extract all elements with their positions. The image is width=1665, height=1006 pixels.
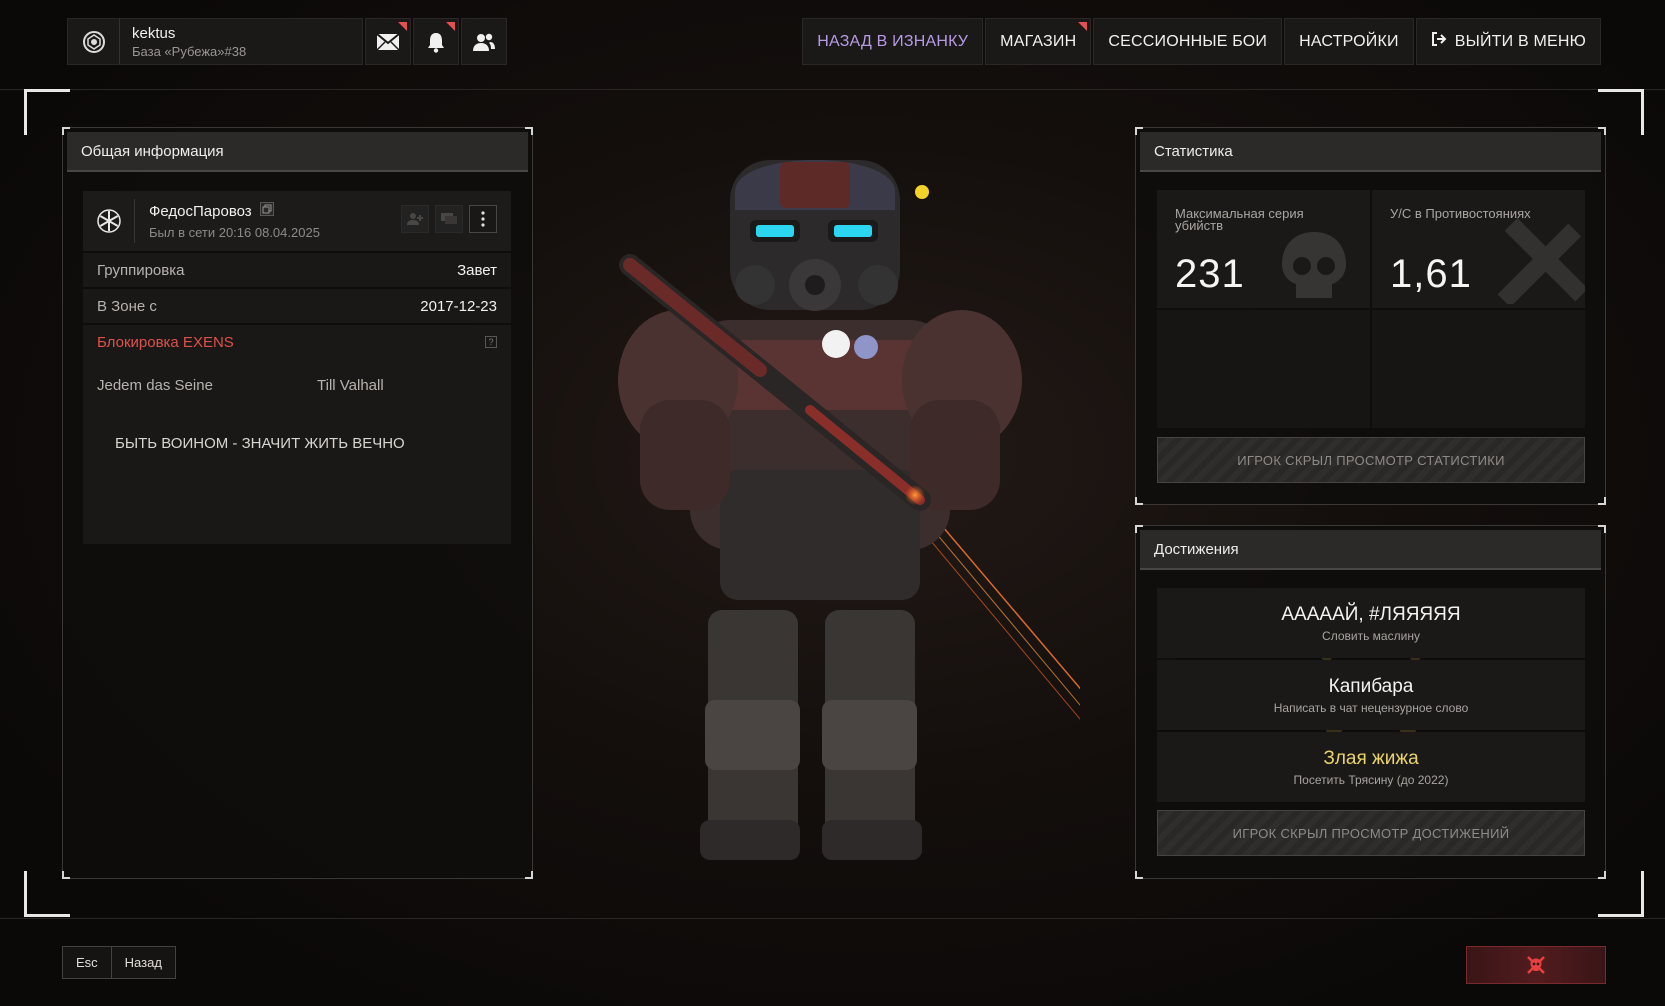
nav-session-battles[interactable]: СЕССИОННЫЕ БОИ bbox=[1093, 18, 1283, 65]
back-control[interactable]: Esc Назад bbox=[62, 946, 176, 979]
achievement-title: Капибара bbox=[1328, 675, 1414, 697]
general-info-title: Общая информация bbox=[67, 132, 528, 172]
more-options-button[interactable] bbox=[469, 205, 497, 233]
exit-icon bbox=[1431, 31, 1447, 52]
esc-key[interactable]: Esc bbox=[62, 946, 112, 979]
character-model bbox=[618, 160, 1080, 860]
bell-icon bbox=[428, 32, 444, 53]
bottom-divider bbox=[0, 918, 1665, 919]
kill-streak-label: Максимальная серия убийств bbox=[1175, 206, 1304, 233]
zone-since-value: 2017-12-23 bbox=[420, 297, 497, 315]
stat-cell-empty bbox=[1157, 310, 1370, 428]
nav-shop-label: МАГАЗИН bbox=[1000, 32, 1077, 50]
general-info-panel: Общая информация ФедосПаровоз Был в сети… bbox=[62, 127, 533, 879]
main-nav: НАЗАД В ИЗНАНКУ МАГАЗИН СЕССИОННЫЕ БОИ Н… bbox=[802, 18, 1601, 65]
faction-emblem-icon bbox=[68, 19, 120, 64]
mail-button[interactable] bbox=[365, 18, 411, 65]
report-button[interactable] bbox=[1466, 946, 1606, 984]
nav-settings[interactable]: НАСТРОЙКИ bbox=[1284, 18, 1414, 65]
copy-icon[interactable] bbox=[259, 202, 274, 220]
zone-since-row: В Зоне с 2017-12-23 bbox=[83, 289, 511, 323]
kebab-menu-icon bbox=[481, 211, 485, 227]
achievement-title: Злая жижа bbox=[1323, 747, 1419, 769]
achievements-hidden-notice: ИГРОК СКРЫЛ ПРОСМОТР ДОСТИЖЕНИЙ bbox=[1157, 810, 1585, 856]
kd-label: У/С в Противостояниях bbox=[1390, 206, 1531, 221]
player-name: ФедосПаровоз bbox=[149, 202, 252, 220]
help-icon[interactable]: ? bbox=[485, 336, 497, 348]
achievements-title: Достижения bbox=[1140, 530, 1601, 570]
stats-panel: Статистика Максимальная серия убийств 23… bbox=[1135, 127, 1606, 505]
achievements-panel: Достижения ААААAЙ, #ЛЯЯЯЯЯ Словить масли… bbox=[1135, 525, 1606, 879]
exens-block-label: Блокировка EXENS bbox=[97, 333, 234, 351]
nav-exit-label: ВЫЙТИ В МЕНЮ bbox=[1454, 32, 1586, 50]
username: kektus bbox=[132, 24, 176, 42]
motto-right: Till Valhall bbox=[317, 377, 384, 394]
zone-since-label: В Зоне с bbox=[97, 297, 157, 315]
friends-button[interactable] bbox=[461, 18, 507, 65]
kill-streak-value: 231 bbox=[1175, 252, 1245, 296]
kd-stat: У/С в Противостояниях 1,61 bbox=[1372, 190, 1585, 308]
achievement-desc: Написать в чат нецензурное слово bbox=[1273, 700, 1469, 715]
faction-label: Группировка bbox=[97, 261, 185, 279]
faction-value: Завет bbox=[457, 261, 497, 279]
mail-icon bbox=[376, 32, 400, 51]
last-seen: Был в сети 20:16 08.04.2025 bbox=[149, 225, 320, 240]
base-label: База «Рубежа»#38 bbox=[132, 43, 247, 59]
nav-shop[interactable]: МАГАЗИН bbox=[985, 18, 1092, 65]
nav-back-to-underside[interactable]: НАЗАД В ИЗНАНКУ bbox=[802, 18, 984, 65]
chat-icon bbox=[441, 213, 457, 224]
add-friend-icon bbox=[407, 213, 423, 225]
exens-block-row: Блокировка EXENS ? bbox=[83, 325, 511, 359]
achievement-item[interactable]: ААААAЙ, #ЛЯЯЯЯЯ Словить маслину bbox=[1157, 588, 1585, 658]
stat-cell-empty bbox=[1372, 310, 1585, 428]
kill-streak-stat: Максимальная серия убийств 231 bbox=[1157, 190, 1370, 308]
nav-exit-to-menu[interactable]: ВЫЙТИ В МЕНЮ bbox=[1415, 18, 1601, 65]
player-card: ФедосПаровоз Был в сети 20:16 08.04.2025 bbox=[83, 191, 511, 251]
motto-main: БЫТЬ ВОИНОМ - ЗНАЧИТ ЖИТЬ ВЕЧНО bbox=[115, 435, 405, 452]
profile-box[interactable]: kektus База «Рубежа»#38 bbox=[67, 18, 363, 65]
skull-crossbones-icon bbox=[1527, 956, 1545, 974]
achievement-item[interactable]: Капибара Написать в чат нецензурное слов… bbox=[1157, 660, 1585, 730]
stats-hidden-notice: ИГРОК СКРЫЛ ПРОСМОТР СТАТИСТИКИ bbox=[1157, 437, 1585, 483]
top-divider bbox=[0, 89, 1665, 90]
achievement-desc: Посетить Трясину (до 2022) bbox=[1293, 772, 1449, 787]
friends-icon bbox=[473, 33, 495, 51]
crossed-swords-icon bbox=[1497, 217, 1585, 304]
motto-box: Jedem das Seine Till Valhall БЫТЬ ВОИНОМ… bbox=[83, 359, 511, 544]
snowflake-icon bbox=[83, 199, 135, 243]
stats-title: Статистика bbox=[1140, 132, 1601, 172]
motto-left: Jedem das Seine bbox=[97, 377, 213, 394]
achievement-item[interactable]: Злая жижа Посетить Трясину (до 2022) bbox=[1157, 732, 1585, 802]
add-friend-button[interactable] bbox=[401, 205, 429, 233]
notifications-button[interactable] bbox=[413, 18, 459, 65]
achievement-desc: Словить маслину bbox=[1322, 628, 1420, 643]
faction-row: Группировка Завет bbox=[83, 253, 511, 287]
achievement-title: ААААAЙ, #ЛЯЯЯЯЯ bbox=[1281, 603, 1461, 625]
back-button[interactable]: Назад bbox=[111, 946, 176, 979]
skull-icon bbox=[1282, 232, 1346, 298]
kd-value: 1,61 bbox=[1390, 252, 1472, 296]
message-button[interactable] bbox=[435, 205, 463, 233]
